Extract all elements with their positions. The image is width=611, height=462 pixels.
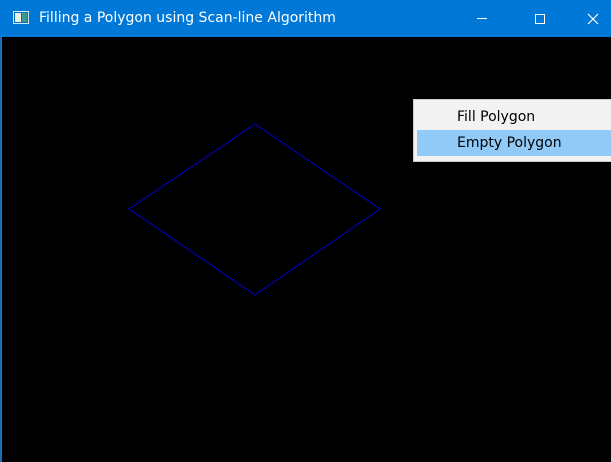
- title-bar[interactable]: Filling a Polygon using Scan-line Algori…: [0, 0, 611, 37]
- menu-item-empty-polygon[interactable]: Empty Polygon: [417, 130, 611, 156]
- app-icon-right-pane: [22, 13, 27, 22]
- close-button[interactable]: [575, 0, 611, 37]
- context-menu: Fill Polygon Empty Polygon: [413, 99, 611, 162]
- maximize-button[interactable]: [517, 0, 563, 37]
- window-title: Filling a Polygon using Scan-line Algori…: [39, 10, 336, 26]
- window-left-border: [0, 37, 2, 462]
- polygon-outline: [127, 123, 382, 296]
- app-icon-left-pane: [15, 13, 21, 22]
- minimize-icon: [477, 18, 487, 19]
- minimize-button[interactable]: [459, 0, 505, 37]
- app-icon[interactable]: [13, 11, 29, 24]
- app-window: Filling a Polygon using Scan-line Algori…: [0, 0, 611, 462]
- menu-item-fill-polygon[interactable]: Fill Polygon: [417, 104, 611, 130]
- menu-item-empty-polygon-label: Empty Polygon: [457, 135, 562, 151]
- close-icon: [587, 13, 599, 24]
- maximize-icon: [535, 13, 545, 24]
- menu-item-fill-polygon-label: Fill Polygon: [457, 109, 536, 125]
